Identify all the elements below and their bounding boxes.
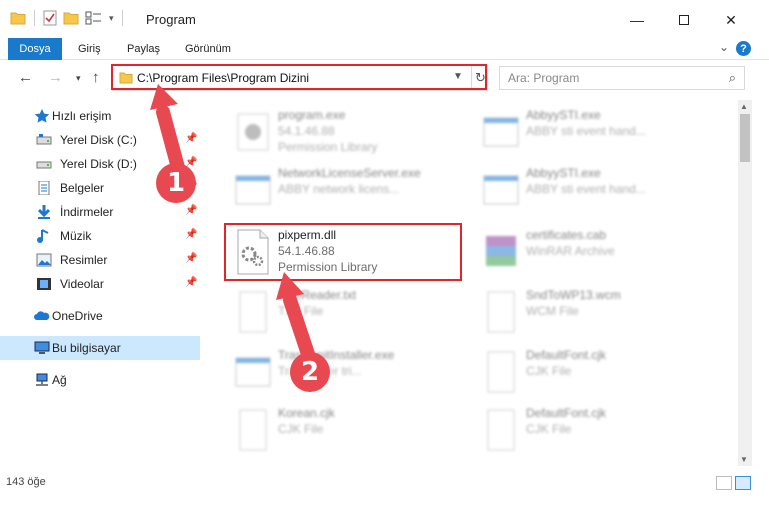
callout-number-1: 1 bbox=[166, 168, 186, 198]
callout-arrows bbox=[150, 84, 330, 392]
callout-number-2: 2 bbox=[300, 357, 320, 387]
